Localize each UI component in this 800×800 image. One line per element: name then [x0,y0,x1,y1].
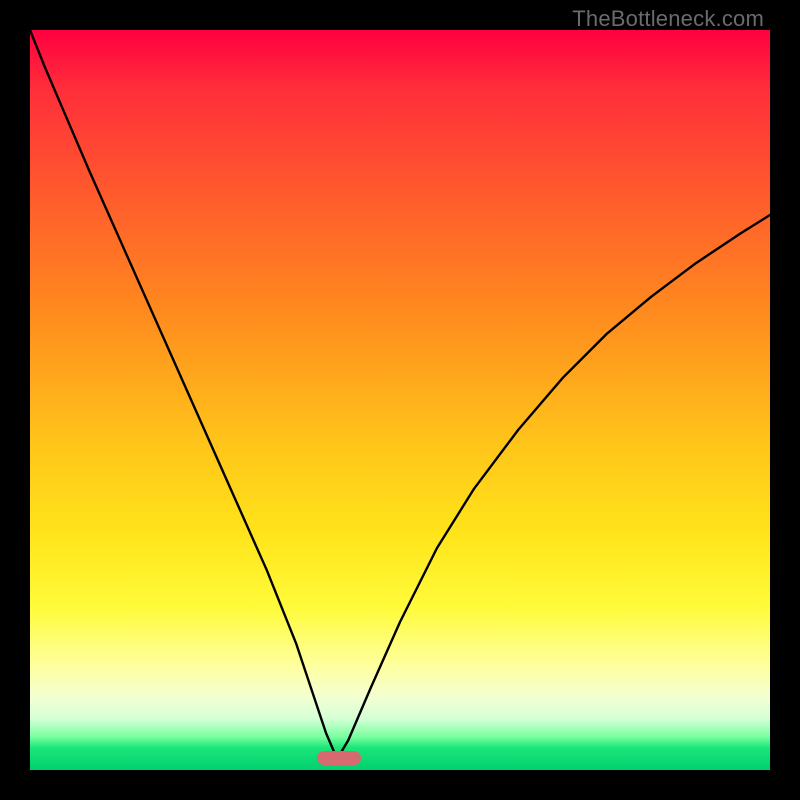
optimal-marker [317,751,361,765]
bottleneck-curve-path [30,30,770,759]
chart-frame: TheBottleneck.com [0,0,800,800]
watermark-text: TheBottleneck.com [572,6,764,32]
plot-area [30,30,770,770]
curve-svg [30,30,770,770]
